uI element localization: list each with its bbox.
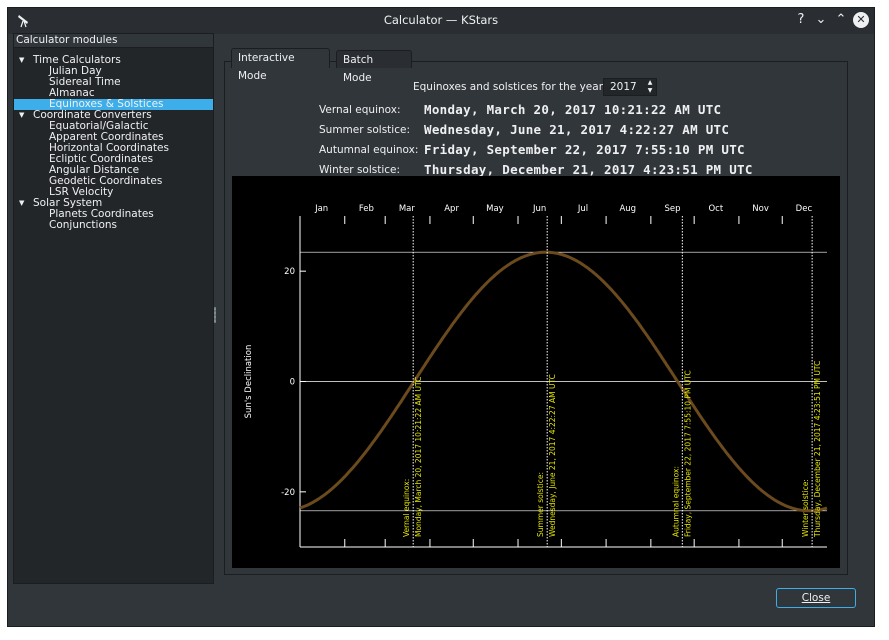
event-marker-title: Autumnal equinox: (671, 466, 680, 537)
month-label: Sep (664, 204, 680, 214)
month-label: Mar (399, 204, 416, 214)
maximize-icon[interactable]: ⌃ (833, 12, 849, 28)
event-marker-title: Summer solstice: (536, 472, 545, 537)
month-label: Oct (708, 204, 723, 214)
year-spinbox[interactable]: 2017 ▲ ▼ (603, 78, 657, 96)
tab-batch-mode[interactable]: Batch Mode (336, 50, 412, 84)
autumnal-equinox-label: Autumnal equinox: (319, 144, 419, 156)
event-marker-title: Vernal equinox: (402, 479, 411, 537)
close-button[interactable]: Close (776, 588, 856, 608)
year-value[interactable]: 2017 (610, 81, 637, 93)
vernal-equinox-label: Vernal equinox: (319, 104, 401, 116)
y-tick-label: 20 (284, 267, 295, 277)
winter-solstice-value: Thursday, December 21, 2017 4:23:51 PM U… (424, 162, 753, 177)
declination-chart: Jan Feb Mar Apr May Jun Jul Aug Sep Oct Nov Dec 20 0 -… (244, 204, 828, 548)
help-icon[interactable]: ? (793, 12, 809, 28)
winter-solstice-label: Winter solstice: (319, 164, 401, 176)
close-icon[interactable]: ✕ (853, 12, 869, 28)
month-label: Apr (444, 204, 459, 214)
month-label: Jan (314, 204, 328, 214)
splitter-handle[interactable] (214, 307, 216, 323)
month-label: Jul (577, 204, 588, 214)
month-label: Nov (752, 204, 769, 214)
autumnal-equinox-value: Friday, September 22, 2017 7:55:10 PM UT… (424, 142, 745, 157)
tab-interactive-mode[interactable]: Interactive Mode (231, 48, 330, 82)
y-tick-label: -20 (281, 488, 295, 498)
event-marker-date: Monday, March 20, 2017 10:21:22 AM UTC (414, 377, 423, 537)
collapse-arrow-icon[interactable]: ▼ (19, 198, 24, 209)
summer-solstice-label: Summer solstice: (319, 124, 410, 136)
titlebar[interactable]: Calculator — KStars ? ⌄ ⌃ ✕ (8, 8, 874, 34)
month-label: Jun (532, 204, 546, 214)
vernal-equinox-value: Monday, March 20, 2017 10:21:22 AM UTC (424, 102, 722, 117)
y-tick-label: 0 (290, 378, 295, 388)
spin-arrows-icon[interactable]: ▲ ▼ (644, 79, 656, 95)
collapse-arrow-icon[interactable]: ▼ (19, 110, 24, 121)
collapse-arrow-icon[interactable]: ▼ (19, 55, 24, 66)
event-marker-date: Thursday, December 21, 2017 4:23:51 PM U… (813, 361, 822, 538)
window-title: Calculator — KStars (383, 13, 499, 27)
year-label: Equinoxes and solstices for the year: (413, 81, 607, 93)
month-label: Aug (619, 204, 636, 214)
y-axis-label: Sun's Declination (244, 345, 254, 419)
calculator-modules-tree[interactable]: Calculator modules ▼ Time Calculators Ju… (13, 33, 214, 584)
event-marker-date: Wednesday, June 21, 2017 4:22:27 AM UTC (548, 374, 557, 537)
month-label: Feb (359, 204, 374, 214)
tree-header: Calculator modules (14, 34, 213, 48)
minimize-icon[interactable]: ⌄ (813, 12, 829, 28)
tree-item-conjunctions[interactable]: Conjunctions (49, 220, 117, 231)
declination-plot: Jan Feb Mar Apr May Jun Jul Aug Sep Oct Nov Dec 20 0 -… (232, 176, 840, 568)
month-label: May (486, 204, 504, 214)
event-marker-title: Winter solstice: (801, 479, 810, 537)
month-label: Dec (796, 204, 813, 214)
summer-solstice-value: Wednesday, June 21, 2017 4:22:27 AM UTC (424, 122, 730, 137)
event-marker-date: Friday, September 22, 2017 7:55:10 PM UT… (683, 370, 692, 537)
